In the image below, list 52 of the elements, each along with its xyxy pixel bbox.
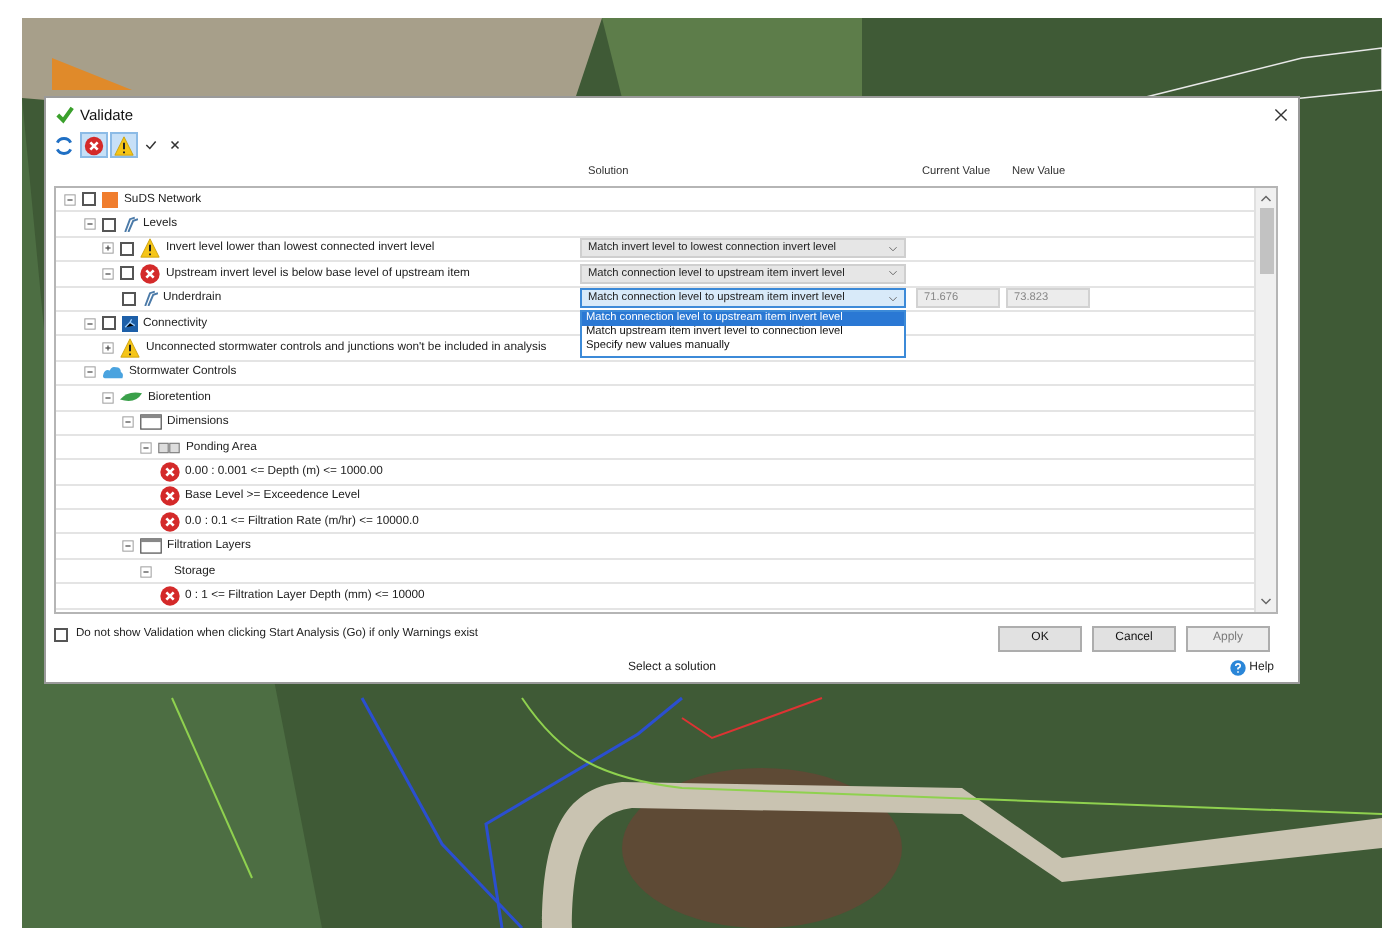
expander-icon[interactable] (102, 267, 114, 280)
expander-icon[interactable] (102, 342, 114, 355)
checkbox[interactable] (82, 192, 96, 207)
caret-icon (888, 270, 898, 277)
warning-icon (140, 238, 160, 259)
error-icon (159, 511, 179, 532)
error-icon (159, 461, 179, 482)
warning-icon (120, 338, 140, 359)
scrollbar[interactable] (1254, 188, 1276, 612)
close-icon[interactable] (1274, 107, 1288, 121)
caret-icon (888, 245, 898, 252)
checkbox[interactable] (101, 217, 115, 232)
expander-icon[interactable] (83, 218, 95, 231)
scroll-down-icon[interactable] (1260, 596, 1272, 608)
checkbox[interactable] (120, 266, 134, 281)
pipe-icon (121, 216, 137, 233)
scroll-up-icon[interactable] (1260, 192, 1272, 204)
panels-icon (158, 439, 180, 456)
checkbox[interactable] (101, 316, 115, 331)
expander-icon[interactable] (121, 540, 133, 553)
expander-icon[interactable] (83, 317, 95, 330)
expander-icon[interactable] (140, 565, 152, 578)
expander-icon[interactable] (83, 366, 95, 379)
expander-icon[interactable] (102, 242, 114, 255)
network-icon (121, 315, 137, 332)
checkbox[interactable] (120, 241, 134, 256)
expander-icon[interactable] (102, 391, 114, 404)
checkbox[interactable] (54, 627, 68, 641)
window-icon (139, 414, 161, 431)
window-icon (139, 538, 161, 555)
help-icon (1229, 660, 1246, 676)
square-icon (102, 191, 118, 208)
pipe-icon (141, 290, 157, 307)
refresh-button[interactable] (50, 132, 78, 158)
cross-icon (168, 138, 182, 152)
cloud-icon (101, 364, 123, 381)
checkbox[interactable] (121, 291, 135, 306)
error-icon (159, 585, 179, 606)
caret-icon (888, 295, 898, 302)
error-icon (159, 486, 179, 507)
warning-icon (114, 135, 134, 155)
expander-icon[interactable] (121, 416, 133, 429)
warning-filter-button[interactable] (110, 132, 138, 158)
error-filter-button[interactable] (80, 132, 108, 158)
error-icon (84, 135, 104, 155)
expander-icon[interactable] (64, 193, 76, 206)
error-icon (140, 263, 160, 284)
refresh-icon (54, 135, 74, 155)
leaf-icon (120, 389, 142, 406)
check-icon (56, 105, 74, 123)
check-icon (144, 138, 158, 152)
expander-icon[interactable] (140, 441, 152, 454)
